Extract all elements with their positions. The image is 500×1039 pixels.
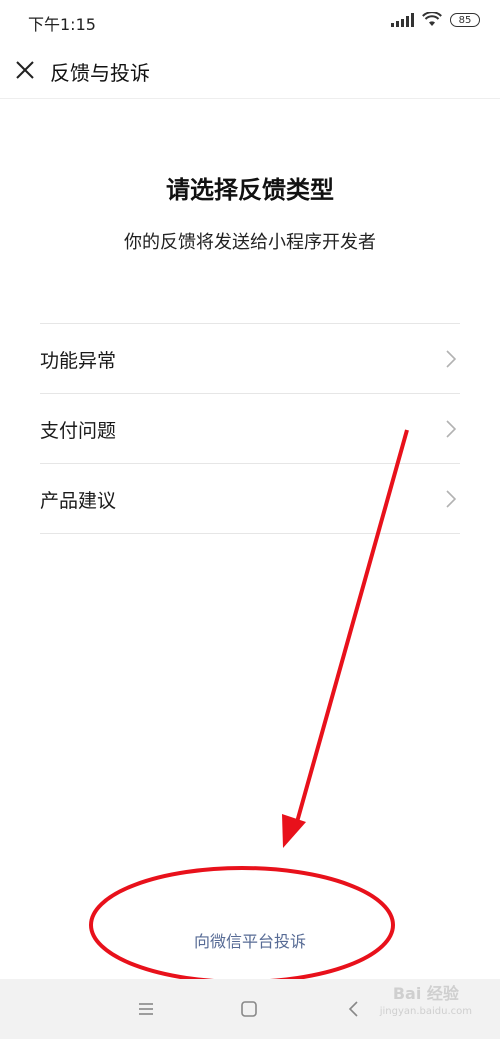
page-title: 反馈与投诉 [50,61,150,85]
status-time: 下午1:15 [28,15,96,34]
wifi-icon [422,12,442,26]
title-bar: 反馈与投诉 [0,44,500,99]
feedback-type-heading: 请选择反馈类型 [166,176,334,204]
chevron-right-icon [446,350,456,368]
option-label: 产品建议 [40,490,117,512]
feedback-options-list: 功能异常 支付问题 产品建议 [40,323,460,534]
home-icon[interactable] [237,997,261,1021]
option-function-error[interactable]: 功能异常 [40,324,460,394]
battery-icon: 85 [450,12,480,27]
signal-icon [391,12,414,27]
watermark-line2: jingyan.baidu.com [379,1006,472,1017]
option-label: 功能异常 [40,350,117,372]
watermark-line1: Bai 经验 [392,984,459,1003]
option-payment-issue[interactable]: 支付问题 [40,394,460,464]
option-product-suggestion[interactable]: 产品建议 [40,464,460,534]
chevron-right-icon [446,420,456,438]
feedback-subheading: 你的反馈将发送给小程序开发者 [124,232,376,253]
option-label: 支付问题 [40,420,117,442]
status-icons: 85 [391,12,480,27]
close-icon[interactable] [14,59,36,81]
back-icon[interactable] [342,997,366,1021]
annotation-ellipse [89,866,395,984]
system-nav-bar: Bai 经验 jingyan.baidu.com [0,979,500,1039]
status-bar: 下午1:15 85 [0,0,500,42]
watermark: Bai 经验 jingyan.baidu.com [380,985,472,1021]
menu-icon[interactable] [134,997,158,1021]
chevron-right-icon [446,490,456,508]
complain-to-wechat-link[interactable]: 向微信平台投诉 [0,928,500,952]
annotation-arrow-head [282,814,306,848]
